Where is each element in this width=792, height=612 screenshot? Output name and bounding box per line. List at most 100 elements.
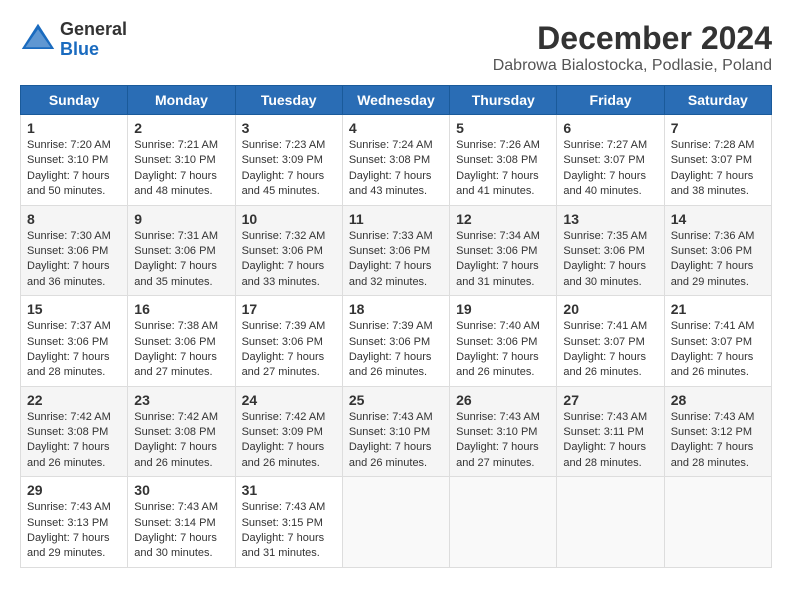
logo-general: General — [60, 20, 127, 40]
day-detail: Sunrise: 7:34 AMSunset: 3:06 PMDaylight:… — [456, 229, 550, 291]
day-number: 12 — [456, 211, 550, 227]
calendar-cell: 6 Sunrise: 7:27 AMSunset: 3:07 PMDaylight… — [557, 115, 664, 206]
calendar-table: SundayMondayTuesdayWednesdayThursdayFrid… — [20, 85, 772, 568]
calendar-cell — [450, 477, 557, 568]
calendar-subtitle: Dabrowa Bialostocka, Podlasie, Poland — [493, 57, 772, 75]
day-detail: Sunrise: 7:21 AMSunset: 3:10 PMDaylight:… — [134, 138, 228, 200]
calendar-cell: 31Sunrise: 7:43 AMSunset: 3:15 PMDayligh… — [235, 477, 342, 568]
day-number: 16 — [134, 301, 228, 317]
calendar-cell: 13 Sunrise: 7:35 AMSunset: 3:06 PMDayligh… — [557, 205, 664, 296]
day-number: 13 — [563, 211, 657, 227]
day-detail: Sunrise: 7:20 AMSunset: 3:10 PMDaylight:… — [27, 138, 121, 200]
calendar-cell: 26 Sunrise: 7:43 AMSunset: 3:10 PMDayligh… — [450, 386, 557, 477]
calendar-cell: 22Sunrise: 7:42 AMSunset: 3:08 PMDayligh… — [21, 386, 128, 477]
col-header-monday: Monday — [128, 86, 235, 115]
day-detail: Sunrise: 7:32 AMSunset: 3:06 PMDaylight:… — [242, 229, 336, 291]
col-header-tuesday: Tuesday — [235, 86, 342, 115]
calendar-cell: 7Sunrise: 7:28 AMSunset: 3:07 PMDaylight… — [664, 115, 771, 206]
day-number: 4 — [349, 120, 443, 136]
header-row: SundayMondayTuesdayWednesdayThursdayFrid… — [21, 86, 772, 115]
day-detail: Sunrise: 7:43 AMSunset: 3:10 PMDaylight:… — [456, 410, 550, 472]
day-detail: Sunrise: 7:38 AMSunset: 3:06 PMDaylight:… — [134, 319, 228, 381]
calendar-cell: 8Sunrise: 7:30 AMSunset: 3:06 PMDaylight… — [21, 205, 128, 296]
day-number: 2 — [134, 120, 228, 136]
day-detail: Sunrise: 7:43 AMSunset: 3:11 PMDaylight:… — [563, 410, 657, 472]
calendar-cell — [557, 477, 664, 568]
calendar-row-3: 15 Sunrise: 7:37 AMSunset: 3:06 PMDayligh… — [21, 296, 772, 387]
col-header-thursday: Thursday — [450, 86, 557, 115]
day-number: 30 — [134, 482, 228, 498]
day-detail: Sunrise: 7:43 AMSunset: 3:13 PMDaylight:… — [27, 500, 121, 562]
day-number: 29 — [27, 482, 121, 498]
day-detail: Sunrise: 7:27 AMSunset: 3:07 PMDaylight:… — [563, 138, 657, 200]
day-number: 14 — [671, 211, 765, 227]
calendar-row-2: 8Sunrise: 7:30 AMSunset: 3:06 PMDaylight… — [21, 205, 772, 296]
calendar-row-1: 1 Sunrise: 7:20 AMSunset: 3:10 PMDaylight… — [21, 115, 772, 206]
day-detail: Sunrise: 7:42 AMSunset: 3:09 PMDaylight:… — [242, 410, 336, 472]
day-number: 22 — [27, 392, 121, 408]
calendar-cell: 27Sunrise: 7:43 AMSunset: 3:11 PMDayligh… — [557, 386, 664, 477]
day-detail: Sunrise: 7:43 AMSunset: 3:10 PMDaylight:… — [349, 410, 443, 472]
calendar-cell: 25 Sunrise: 7:43 AMSunset: 3:10 PMDayligh… — [342, 386, 449, 477]
calendar-cell: 29 Sunrise: 7:43 AMSunset: 3:13 PMDayligh… — [21, 477, 128, 568]
logo: General Blue — [20, 20, 127, 60]
day-detail: Sunrise: 7:23 AMSunset: 3:09 PMDaylight:… — [242, 138, 336, 200]
day-detail: Sunrise: 7:24 AMSunset: 3:08 PMDaylight:… — [349, 138, 443, 200]
day-detail: Sunrise: 7:40 AMSunset: 3:06 PMDaylight:… — [456, 319, 550, 381]
logo-blue: Blue — [60, 40, 127, 60]
day-detail: Sunrise: 7:31 AMSunset: 3:06 PMDaylight:… — [134, 229, 228, 291]
calendar-cell: 14 Sunrise: 7:36 AMSunset: 3:06 PMDayligh… — [664, 205, 771, 296]
calendar-cell — [342, 477, 449, 568]
day-detail: Sunrise: 7:33 AMSunset: 3:06 PMDaylight:… — [349, 229, 443, 291]
col-header-wednesday: Wednesday — [342, 86, 449, 115]
day-detail: Sunrise: 7:36 AMSunset: 3:06 PMDaylight:… — [671, 229, 765, 291]
calendar-cell: 18 Sunrise: 7:39 AMSunset: 3:06 PMDayligh… — [342, 296, 449, 387]
calendar-row-5: 29 Sunrise: 7:43 AMSunset: 3:13 PMDayligh… — [21, 477, 772, 568]
day-number: 5 — [456, 120, 550, 136]
day-number: 15 — [27, 301, 121, 317]
day-number: 19 — [456, 301, 550, 317]
calendar-row-4: 22 Sunrise: 7:42 AMSunset: 3:08 PMDayligh… — [21, 386, 772, 477]
day-number: 23 — [134, 392, 228, 408]
day-detail: Sunrise: 7:39 AMSunset: 3:06 PMDaylight:… — [349, 319, 443, 381]
col-header-friday: Friday — [557, 86, 664, 115]
calendar-cell: 4 Sunrise: 7:24 AMSunset: 3:08 PMDaylight… — [342, 115, 449, 206]
day-number: 18 — [349, 301, 443, 317]
calendar-cell: 16 Sunrise: 7:38 AMSunset: 3:06 PMDayligh… — [128, 296, 235, 387]
calendar-cell: 30 Sunrise: 7:43 AMSunset: 3:14 PMDayligh… — [128, 477, 235, 568]
title-block: December 2024 Dabrowa Bialostocka, Podla… — [493, 20, 772, 75]
calendar-cell: 2 Sunrise: 7:21 AMSunset: 3:10 PMDaylight… — [128, 115, 235, 206]
calendar-cell — [664, 477, 771, 568]
day-detail: Sunrise: 7:35 AMSunset: 3:06 PMDaylight:… — [563, 229, 657, 291]
day-detail: Sunrise: 7:43 AMSunset: 3:14 PMDaylight:… — [134, 500, 228, 562]
day-detail: Sunrise: 7:41 AMSunset: 3:07 PMDaylight:… — [563, 319, 657, 381]
day-number: 11 — [349, 211, 443, 227]
calendar-cell: 11 Sunrise: 7:33 AMSunset: 3:06 PMDayligh… — [342, 205, 449, 296]
calendar-cell: 24Sunrise: 7:42 AMSunset: 3:09 PMDayligh… — [235, 386, 342, 477]
calendar-cell: 9 Sunrise: 7:31 AMSunset: 3:06 PMDaylight… — [128, 205, 235, 296]
day-number: 3 — [242, 120, 336, 136]
day-number: 25 — [349, 392, 443, 408]
col-header-sunday: Sunday — [21, 86, 128, 115]
calendar-cell: 23 Sunrise: 7:42 AMSunset: 3:08 PMDayligh… — [128, 386, 235, 477]
day-number: 6 — [563, 120, 657, 136]
day-number: 21 — [671, 301, 765, 317]
day-number: 7 — [671, 120, 765, 136]
day-number: 20 — [563, 301, 657, 317]
calendar-cell: 28Sunrise: 7:43 AMSunset: 3:12 PMDayligh… — [664, 386, 771, 477]
day-detail: Sunrise: 7:42 AMSunset: 3:08 PMDaylight:… — [134, 410, 228, 472]
day-number: 1 — [27, 120, 121, 136]
calendar-cell: 5 Sunrise: 7:26 AMSunset: 3:08 PMDaylight… — [450, 115, 557, 206]
calendar-cell: 12 Sunrise: 7:34 AMSunset: 3:06 PMDayligh… — [450, 205, 557, 296]
calendar-cell: 20 Sunrise: 7:41 AMSunset: 3:07 PMDayligh… — [557, 296, 664, 387]
calendar-cell: 19 Sunrise: 7:40 AMSunset: 3:06 PMDayligh… — [450, 296, 557, 387]
day-number: 8 — [27, 211, 121, 227]
day-detail: Sunrise: 7:39 AMSunset: 3:06 PMDaylight:… — [242, 319, 336, 381]
day-number: 26 — [456, 392, 550, 408]
day-detail: Sunrise: 7:37 AMSunset: 3:06 PMDaylight:… — [27, 319, 121, 381]
calendar-title: December 2024 — [493, 20, 772, 57]
day-number: 9 — [134, 211, 228, 227]
logo-icon — [20, 22, 56, 58]
calendar-cell: 21Sunrise: 7:41 AMSunset: 3:07 PMDayligh… — [664, 296, 771, 387]
day-detail: Sunrise: 7:26 AMSunset: 3:08 PMDaylight:… — [456, 138, 550, 200]
